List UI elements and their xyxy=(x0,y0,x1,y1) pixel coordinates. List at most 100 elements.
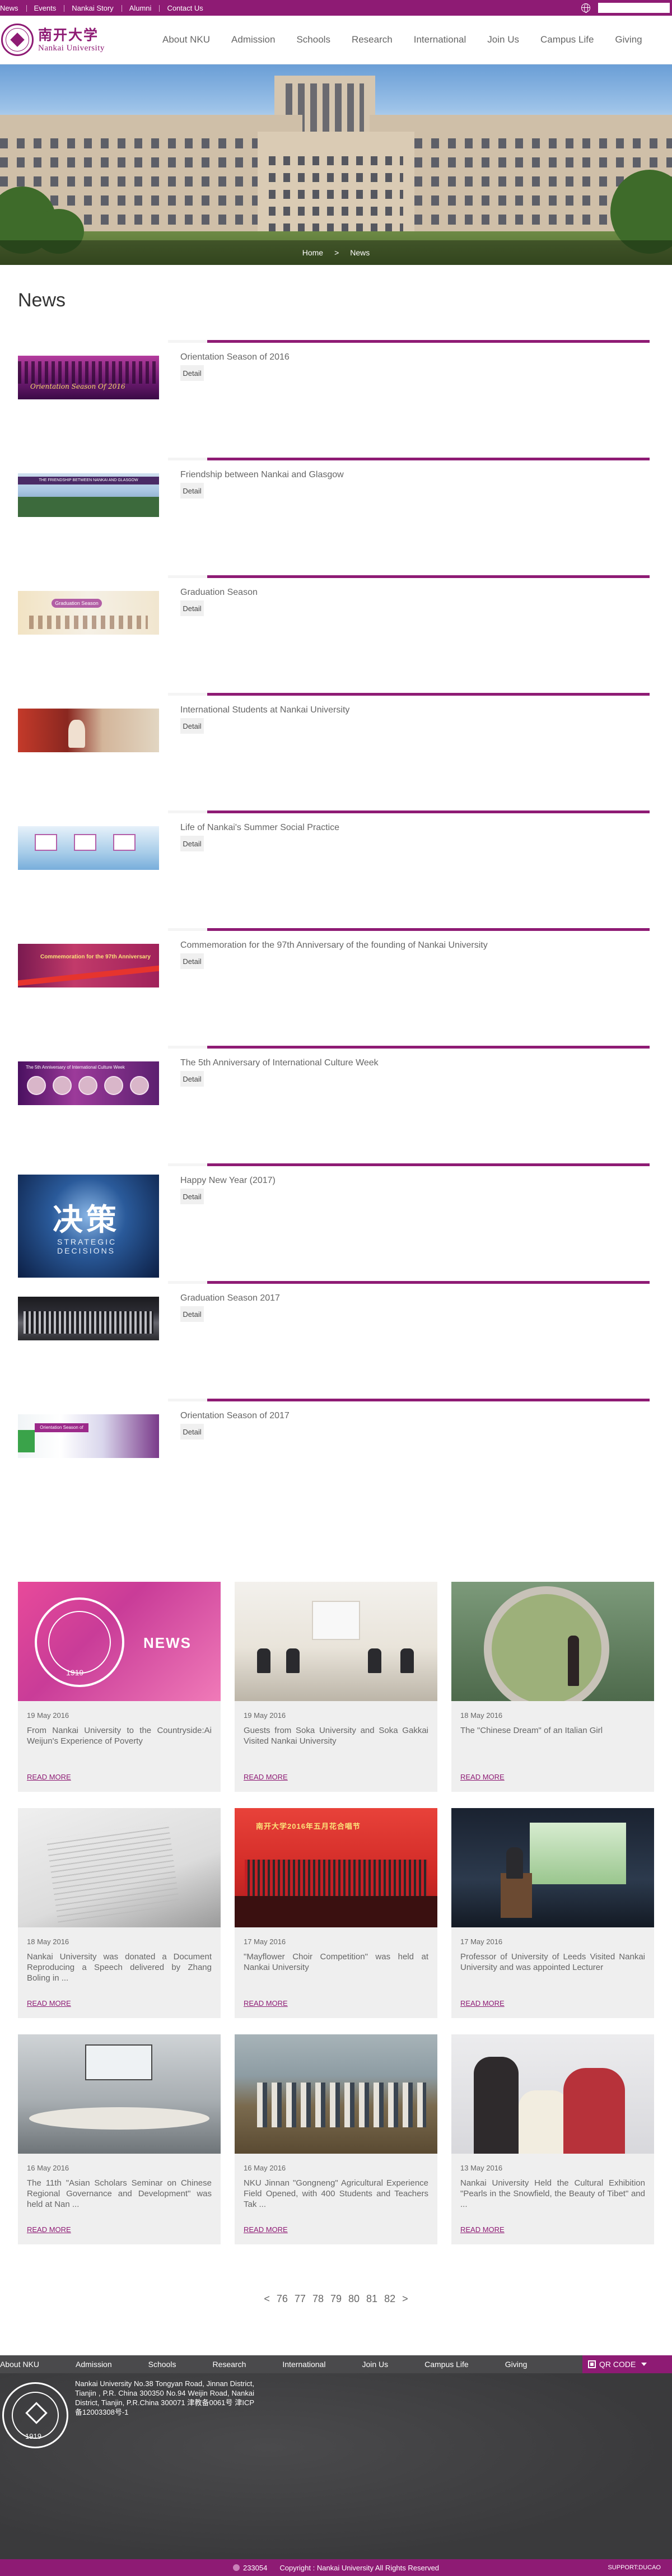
counter-icon xyxy=(232,2564,240,2571)
pagination-page[interactable]: 77 xyxy=(295,2293,306,2305)
detail-button[interactable]: Detail xyxy=(180,836,204,851)
footer-nav-giving[interactable]: Giving xyxy=(505,2360,528,2369)
news-title[interactable]: International Students at Nankai Univers… xyxy=(180,705,349,715)
read-more-link[interactable]: READ MORE xyxy=(244,1999,288,2007)
nav-admission[interactable]: Admission xyxy=(231,34,275,45)
card-image[interactable] xyxy=(18,2034,221,2154)
nav-research[interactable]: Research xyxy=(352,34,393,45)
news-thumbnail[interactable] xyxy=(18,826,159,870)
read-more-link[interactable]: READ MORE xyxy=(27,1773,71,1781)
footer-nav-international[interactable]: International xyxy=(282,2360,325,2369)
news-card: 18 May 2016 The "Chinese Dream" of an It… xyxy=(451,1582,654,1792)
card-title: NKU Jinnan "Gongneng" Agricultural Exper… xyxy=(244,2178,428,2209)
card-date: 16 May 2016 xyxy=(244,2164,286,2172)
news-title[interactable]: Orientation Season of 2017 xyxy=(180,1411,290,1421)
pagination-prev[interactable]: < xyxy=(264,2293,270,2305)
news-thumbnail[interactable]: Commemoration for the 97th Anniversary xyxy=(18,944,159,987)
news-thumbnail[interactable] xyxy=(18,709,159,752)
nav-international[interactable]: International xyxy=(414,34,466,45)
pagination-page[interactable]: 82 xyxy=(384,2293,395,2305)
globe-icon[interactable] xyxy=(581,3,590,13)
news-title[interactable]: Graduation Season 2017 xyxy=(180,1293,280,1303)
breadcrumb-home[interactable]: Home xyxy=(302,248,323,257)
news-title[interactable]: Graduation Season xyxy=(180,588,258,598)
news-thumbnail[interactable]: 决策 STRATEGIC DECISIONS xyxy=(18,1175,159,1278)
read-more-link[interactable]: READ MORE xyxy=(460,2225,505,2234)
footer-nav-schools[interactable]: Schools xyxy=(148,2360,176,2369)
card-image[interactable] xyxy=(451,1808,654,1927)
copyright-text: Copyright : Nankai University All Rights… xyxy=(279,2563,440,2572)
card-image[interactable] xyxy=(18,1808,221,1927)
footer-nav-join-us[interactable]: Join Us xyxy=(362,2360,388,2369)
card-image[interactable] xyxy=(451,1582,654,1701)
news-title[interactable]: The 5th Anniversary of International Cul… xyxy=(180,1058,379,1068)
footer-nav-admission[interactable]: Admission xyxy=(76,2360,112,2369)
detail-button[interactable]: Detail xyxy=(180,365,204,381)
utility-link-nankai-story[interactable]: Nankai Story xyxy=(64,4,121,12)
pagination-page[interactable]: 80 xyxy=(348,2293,360,2305)
news-thumbnail[interactable] xyxy=(18,1297,159,1340)
utility-link-alumni[interactable]: Alumni xyxy=(121,4,160,12)
utility-link-news[interactable]: News xyxy=(0,4,26,12)
card-image[interactable]: NEWS 1919 xyxy=(18,1582,221,1701)
read-more-link[interactable]: READ MORE xyxy=(27,2225,71,2234)
detail-button[interactable]: Detail xyxy=(180,483,204,499)
breadcrumb-separator: > xyxy=(334,248,339,257)
news-title[interactable]: Life of Nankai's Summer Social Practice xyxy=(180,823,339,833)
news-thumbnail[interactable]: The 5th Anniversary of International Cul… xyxy=(18,1061,159,1105)
news-item: 决策 STRATEGIC DECISIONS Happy New Year (2… xyxy=(0,1163,672,1281)
card-date: 19 May 2016 xyxy=(244,1711,286,1720)
qr-code-label: QR CODE xyxy=(599,2360,636,2369)
qr-code-dropdown[interactable]: QR CODE xyxy=(582,2355,672,2373)
pagination-page[interactable]: 76 xyxy=(277,2293,288,2305)
card-image[interactable] xyxy=(235,1582,437,1701)
detail-button[interactable]: Detail xyxy=(180,1189,204,1204)
news-title[interactable]: Friendship between Nankai and Glasgow xyxy=(180,470,344,480)
footer-nav-campus-life[interactable]: Campus Life xyxy=(424,2360,469,2369)
pagination-next[interactable]: > xyxy=(402,2293,408,2305)
site-logo[interactable]: 南开大学 Nankai University xyxy=(1,24,147,56)
detail-button[interactable]: Detail xyxy=(180,1424,204,1440)
utility-link-events[interactable]: Events xyxy=(26,4,64,12)
nav-giving[interactable]: Giving xyxy=(615,34,642,45)
utility-link-contact-us[interactable]: Contact Us xyxy=(159,4,211,12)
read-more-link[interactable]: READ MORE xyxy=(244,2225,288,2234)
detail-button[interactable]: Detail xyxy=(180,1306,204,1322)
nav-campus-life[interactable]: Campus Life xyxy=(540,34,594,45)
news-divider xyxy=(168,1046,650,1049)
card-image[interactable]: 南开大学2016年五月花合唱节 xyxy=(235,1808,437,1927)
pagination-page[interactable]: 81 xyxy=(366,2293,377,2305)
detail-button[interactable]: Detail xyxy=(180,953,204,969)
detail-button[interactable]: Detail xyxy=(180,718,204,734)
footer-address: Nankai University No.38 Tongyan Road, Ji… xyxy=(75,2379,254,2416)
nav-schools[interactable]: Schools xyxy=(296,34,330,45)
card-title: Nankai University Held the Cultural Exhi… xyxy=(460,2178,645,2209)
nav-join-us[interactable]: Join Us xyxy=(487,34,519,45)
news-card: 16 May 2016 The 11th "Asian Scholars Sem… xyxy=(18,2034,221,2244)
news-title[interactable]: Commemoration for the 97th Anniversary o… xyxy=(180,940,488,951)
news-thumbnail[interactable]: Graduation Season xyxy=(18,591,159,635)
news-thumbnail[interactable]: THE FRIENDSHIP BETWEEN NANKAI AND GLASGO… xyxy=(18,473,159,517)
search-input[interactable] xyxy=(598,3,670,13)
read-more-link[interactable]: READ MORE xyxy=(460,1773,505,1781)
read-more-link[interactable]: READ MORE xyxy=(244,1773,288,1781)
read-more-link[interactable]: READ MORE xyxy=(460,1999,505,2007)
news-title[interactable]: Happy New Year (2017) xyxy=(180,1176,276,1186)
card-image[interactable] xyxy=(451,2034,654,2154)
pagination-page[interactable]: 79 xyxy=(330,2293,342,2305)
nav-about-nku[interactable]: About NKU xyxy=(162,34,210,45)
news-thumbnail[interactable]: Orientation Season Of 2016 xyxy=(18,356,159,399)
detail-button[interactable]: Detail xyxy=(180,600,204,616)
card-date: 16 May 2016 xyxy=(27,2164,69,2172)
card-title: The 11th "Asian Scholars Seminar on Chin… xyxy=(27,2178,212,2209)
news-thumbnail[interactable]: Orientation Season of 2017 xyxy=(18,1414,159,1458)
news-title[interactable]: Orientation Season of 2016 xyxy=(180,352,290,362)
detail-button[interactable]: Detail xyxy=(180,1071,204,1087)
pagination-page[interactable]: 78 xyxy=(312,2293,324,2305)
news-divider xyxy=(168,810,650,813)
footer-nav-research[interactable]: Research xyxy=(212,2360,246,2369)
footer-nav-about-nku[interactable]: About NKU xyxy=(0,2360,39,2369)
read-more-link[interactable]: READ MORE xyxy=(27,1999,71,2007)
news-divider xyxy=(168,1163,650,1166)
card-image[interactable] xyxy=(235,2034,437,2154)
